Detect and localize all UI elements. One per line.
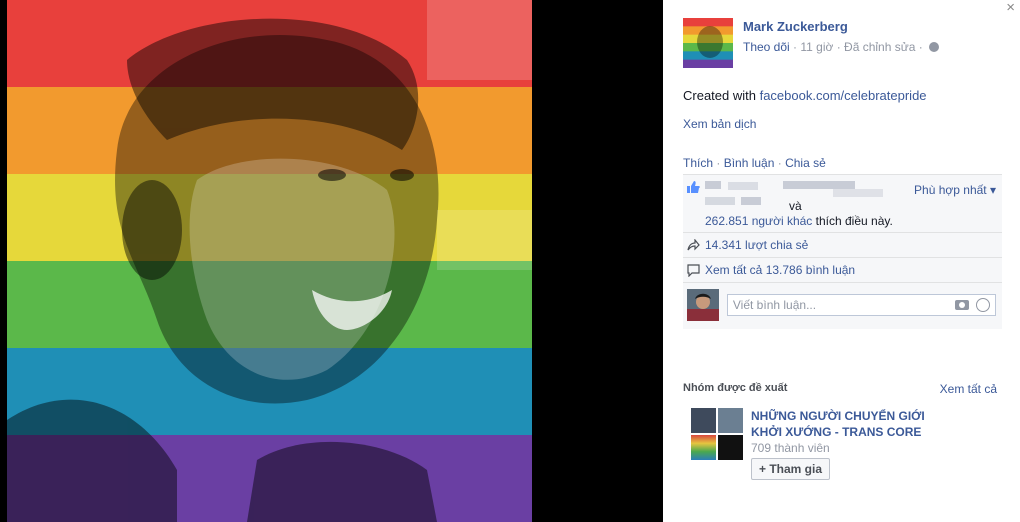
group-thumb [691, 435, 716, 460]
comment-composer [683, 283, 1002, 329]
thumbs-up-icon [687, 181, 700, 193]
see-translation-link[interactable]: Xem bản dịch [683, 117, 756, 131]
likes-count-link[interactable]: 262.851 người khác [705, 214, 812, 228]
celebratepride-link[interactable]: facebook.com/celebratepride [760, 88, 927, 103]
group-thumb [718, 435, 743, 460]
post-text: Created with facebook.com/celebratepride [683, 88, 927, 103]
post-meta: Theo dõi · 11 giờ · Đã chỉnh sửa · [743, 40, 940, 54]
viewer-avatar [687, 289, 719, 321]
comment-action[interactable]: Bình luận [724, 156, 775, 170]
redacted-name [705, 181, 721, 189]
follow-link[interactable]: Theo dõi [743, 40, 790, 54]
edited-label[interactable]: Đã chỉnh sửa [844, 40, 915, 54]
rainbow-photo-art [7, 0, 532, 522]
avatar-stripe [683, 59, 733, 68]
avatar-stripe [683, 18, 733, 27]
suggested-groups-header: Nhóm được đề xuất Xem tất cả [683, 382, 997, 396]
post-side-panel: × Mark Zuckerberg Theo dõi · 11 giờ · Đã… [663, 0, 1020, 522]
photo-viewer-stage [0, 0, 663, 522]
group-name-link[interactable]: NHỮNG NGƯỜI CHUYỂN GIỚI KHỞI XƯỚNG - TRA… [751, 408, 926, 440]
shares-link[interactable]: 14.341 lượt chia sẻ [705, 238, 808, 252]
emoji-icon[interactable] [976, 298, 990, 312]
suggested-groups-title: Nhóm được đề xuất [683, 382, 788, 394]
comment-input[interactable] [727, 295, 938, 315]
redacted-name [833, 189, 883, 197]
redacted-name [741, 197, 761, 205]
join-group-button[interactable]: + Tham gia [751, 458, 831, 480]
author-avatar[interactable] [683, 18, 733, 68]
share-arrow-icon [687, 239, 700, 251]
group-member-count: 709 thành viên [751, 441, 830, 455]
view-all-comments-link[interactable]: Xem tất cả 13.786 bình luận [705, 263, 855, 277]
ufi-box: và Phù hợp nhất ▾ 262.851 người khác thí… [683, 174, 1002, 329]
rainbow-profile-photo[interactable] [7, 0, 532, 522]
post-actions: Thích · Bình luận · Chia sẻ [683, 156, 826, 170]
suggested-group-item: NHỮNG NGƯỜI CHUYỂN GIỚI KHỞI XƯỚNG - TRA… [691, 408, 926, 480]
comment-input-box[interactable] [726, 294, 996, 316]
like-action[interactable]: Thích [683, 156, 713, 170]
likes-summary: và Phù hợp nhất ▾ 262.851 người khác thí… [683, 175, 1002, 233]
sort-dropdown[interactable]: Phù hợp nhất ▾ [914, 183, 996, 197]
post-time[interactable]: 11 giờ [800, 40, 833, 54]
post-author: Mark Zuckerberg Theo dõi · 11 giờ · Đã c… [683, 18, 940, 68]
share-action[interactable]: Chia sẻ [785, 156, 826, 170]
shares-row: 14.341 lượt chia sẻ [683, 233, 1002, 258]
group-thumb [691, 408, 716, 433]
redacted-name [705, 197, 735, 205]
globe-icon[interactable] [929, 42, 940, 52]
comments-row: Xem tất cả 13.786 bình luận [683, 258, 1002, 283]
author-name[interactable]: Mark Zuckerberg [743, 19, 939, 34]
comment-bubble-icon [687, 264, 700, 277]
group-thumb [718, 408, 743, 433]
redacted-name [783, 181, 855, 189]
group-thumbnails[interactable] [691, 408, 744, 461]
avatar-face [697, 26, 723, 58]
see-all-groups-link[interactable]: Xem tất cả [940, 382, 997, 396]
redacted-name [728, 182, 758, 190]
close-icon[interactable]: × [1006, 0, 1015, 16]
camera-icon[interactable] [955, 300, 969, 310]
